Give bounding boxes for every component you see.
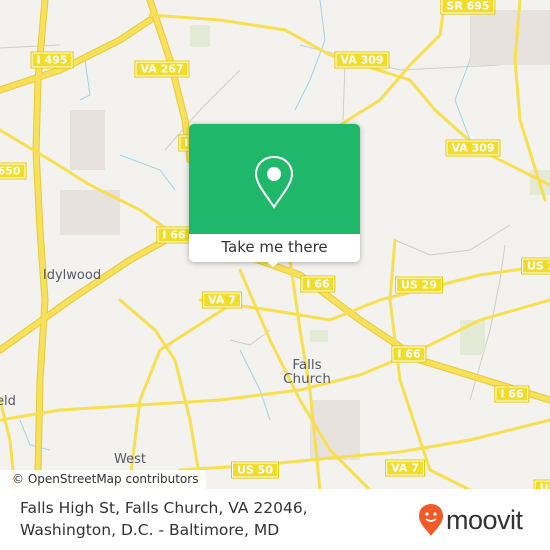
place-label-falls-church: Falls Church	[283, 357, 331, 387]
road-shield-va267: VA 267	[134, 60, 190, 78]
road-shield-us29: US 29	[521, 257, 550, 275]
road-shield-i495: I 495	[30, 51, 74, 69]
road-shield-i66: I 66	[300, 275, 336, 293]
map-attribution[interactable]: © OpenStreetMap contributors	[0, 470, 206, 489]
moovit-pin-icon	[419, 504, 443, 536]
road-shield-va7: VA 7	[385, 459, 425, 477]
moovit-wordmark: moovit	[446, 504, 523, 535]
road-shield-i66: I 66	[494, 385, 530, 403]
popup-pointer	[265, 260, 281, 267]
road-shield-i66: I 66	[156, 226, 192, 244]
footer: Falls High St, Falls Church, VA 22046, W…	[0, 489, 550, 550]
place-label-eld: eld	[0, 394, 16, 409]
map-pin-icon	[254, 155, 294, 209]
road-shield-va309: VA 309	[445, 139, 501, 157]
location-popup: Take me there	[189, 124, 360, 267]
road-shield-i66: I 66	[391, 345, 427, 363]
road-shield-va309: VA 309	[334, 51, 390, 69]
road-shield-us29: US 29	[395, 276, 443, 294]
road-shield-i650: I 650	[0, 162, 27, 180]
map[interactable]: SR 695 I 495 VA 267 VA 309 VA 309 I 650 …	[0, 0, 550, 490]
road-shield-sr695: SR 695	[440, 0, 496, 15]
address-text: Falls High St, Falls Church, VA 22046, W…	[20, 499, 308, 539]
road-shield-us50: US 50	[231, 461, 279, 479]
place-label-west: West	[114, 452, 146, 467]
moovit-logo[interactable]: moovit	[418, 503, 523, 537]
take-me-there-button[interactable]: Take me there	[189, 234, 360, 262]
popup-header	[189, 124, 360, 234]
road-shield-va7: VA 7	[202, 291, 242, 309]
place-label-idylwood: Idylwood	[42, 268, 102, 283]
